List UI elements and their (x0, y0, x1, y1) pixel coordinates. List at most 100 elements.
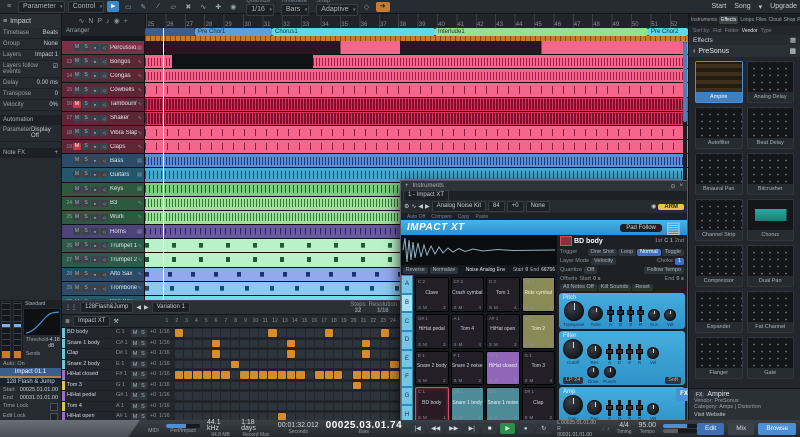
tune-knob[interactable] (588, 306, 603, 321)
list-icon[interactable]: ≡ (3, 18, 7, 25)
transport-button[interactable]: ◀◀ (428, 423, 443, 434)
field-value[interactable]: ☑ (53, 63, 58, 75)
row-resolution[interactable]: 1/16 (159, 402, 173, 412)
monitor-button[interactable]: ◁ (100, 157, 108, 164)
pattern-row-name[interactable]: Tom 4 (65, 402, 116, 412)
step-cell[interactable] (268, 382, 276, 390)
envelope-slider[interactable]: D (617, 306, 624, 327)
step-cell[interactable] (278, 371, 286, 379)
monitor-button[interactable]: ◁ (100, 285, 108, 292)
prev-variation-icon[interactable]: ◀ (136, 304, 141, 311)
record-arm-button[interactable]: ● (91, 143, 99, 150)
track-row[interactable]: 19 M S ● ◁ Claps ∿ (62, 140, 688, 154)
record-arm-button[interactable]: ● (91, 44, 99, 51)
step-cell[interactable] (231, 371, 239, 379)
step-cell[interactable] (362, 340, 370, 348)
row-resolution[interactable]: 1/16 (159, 328, 173, 338)
row-resolution[interactable]: 1/16 (159, 349, 173, 359)
event-end-row[interactable]: End00031.01.01.00 (0, 394, 61, 402)
range-tool-icon[interactable]: ▭ (122, 1, 134, 12)
step-cell[interactable] (278, 392, 286, 400)
pattern-row-name[interactable]: Snare 1 body (65, 339, 116, 349)
envelope-slider[interactable]: S (626, 344, 633, 365)
step-cell[interactable] (203, 403, 211, 411)
track-tool-icon[interactable]: + (124, 18, 128, 25)
mute-button[interactable]: M (73, 271, 81, 278)
step-cell[interactable] (296, 371, 304, 379)
step-cell[interactable] (231, 340, 239, 348)
step-cell[interactable] (278, 382, 286, 390)
inspector-field[interactable]: TimebaseBeats (0, 28, 61, 39)
pad-mute[interactable]: M (530, 378, 534, 383)
solo-button[interactable]: S (82, 171, 90, 178)
step-cell[interactable] (193, 382, 201, 390)
step-cell[interactable] (268, 392, 276, 400)
field-value[interactable]: Impact 1 (35, 52, 58, 58)
envelope-preset-dropdown[interactable]: Standard (23, 300, 61, 308)
inspector-field[interactable]: LayersImpact 1 (0, 50, 61, 61)
listen-tool-icon[interactable]: ◉ (227, 1, 239, 12)
mute-button[interactable]: M (73, 87, 81, 94)
pattern-row-note[interactable]: D# 1 (116, 349, 131, 359)
pattern-row[interactable]: Clap D# 1 M S +0 1/16 (62, 349, 400, 360)
effect-tile[interactable]: Compressor (695, 245, 743, 287)
song-section-marker[interactable]: Chorus1 (272, 28, 435, 36)
solo-button[interactable]: S (82, 58, 90, 65)
pad-mute[interactable]: M (459, 342, 463, 347)
step-cell[interactable] (203, 340, 211, 348)
monitor-button[interactable]: ◁ (100, 271, 108, 278)
mute-button[interactable]: M (73, 242, 81, 249)
grid-view-icon[interactable]: ▦ (790, 36, 796, 44)
visit-website-link[interactable]: Visit Website (694, 412, 795, 418)
track-header[interactable]: 26 M S ● ◁ Trumpet 1 ∿ (62, 239, 145, 252)
step-cell[interactable] (193, 329, 201, 337)
trigger-mode-button[interactable]: Toggle (662, 249, 684, 256)
pad-solo[interactable]: S (525, 342, 528, 347)
step-cell[interactable] (371, 350, 379, 358)
step-cell[interactable] (268, 403, 276, 411)
solo-button[interactable]: S (82, 115, 90, 122)
pad-solo[interactable]: S (454, 305, 457, 310)
next-preset-icon[interactable]: ▶ (425, 203, 430, 210)
transport-button[interactable]: ■ (482, 423, 497, 434)
pad-action-button[interactable]: Kill Sounds (598, 284, 632, 291)
step-cell[interactable] (362, 392, 370, 400)
envelope-slider[interactable]: D (616, 344, 623, 365)
drag-handle-icon[interactable]: ⋮⋮ (65, 304, 77, 311)
mute-button[interactable]: M (73, 129, 81, 136)
track-header[interactable]: M S ● ◁ Bass ▤ (62, 154, 145, 167)
cutoff-knob[interactable] (563, 339, 583, 359)
pad-solo[interactable]: S (418, 378, 421, 383)
row-velocity-offset[interactable]: +0 (147, 328, 159, 338)
pattern-row[interactable]: HiHat closed F# 1 M S +0 1/16 (62, 370, 400, 381)
record-icon[interactable]: ◉ (651, 203, 656, 210)
envelope-slider[interactable]: A (607, 306, 614, 327)
row-mute-button[interactable]: M (131, 340, 139, 348)
track-lane[interactable] (145, 140, 688, 153)
song-section-marker[interactable]: Pre Chor2 (648, 28, 688, 36)
transport-button[interactable]: ▶▶ (446, 423, 461, 434)
step-cell[interactable] (250, 361, 258, 369)
pad-solo[interactable]: S (489, 378, 492, 383)
row-mute-button[interactable]: M (131, 403, 139, 411)
sort-option[interactable]: Folder (725, 28, 739, 34)
mute-tool-icon[interactable]: ✖ (182, 1, 194, 12)
pad-mute[interactable]: M (423, 378, 427, 383)
step-cell[interactable] (325, 371, 333, 379)
pattern-row-name[interactable]: HiHat pedal (65, 391, 116, 401)
step-cell[interactable] (315, 403, 323, 411)
step-cell[interactable] (268, 350, 276, 358)
layer-second-label[interactable]: 2nd (675, 238, 684, 244)
envelope-slider[interactable]: R (636, 400, 643, 421)
pattern-row-note[interactable]: G# 1 (116, 391, 131, 401)
effect-tile[interactable]: Bitcrusher (747, 153, 795, 195)
envelope-slider[interactable]: R (636, 344, 643, 365)
track-row[interactable]: 17 M S ● ◁ Shaker ∿ (62, 112, 688, 126)
reverse-button[interactable]: Reverse (403, 267, 428, 274)
row-solo-button[interactable]: S (139, 392, 147, 400)
step-cell[interactable] (212, 329, 220, 337)
quantize-dropdown[interactable]: 1/16 (246, 4, 274, 16)
step-cell[interactable] (381, 382, 389, 390)
add-instrument-icon[interactable]: + (405, 183, 409, 189)
step-cell[interactable] (193, 340, 201, 348)
